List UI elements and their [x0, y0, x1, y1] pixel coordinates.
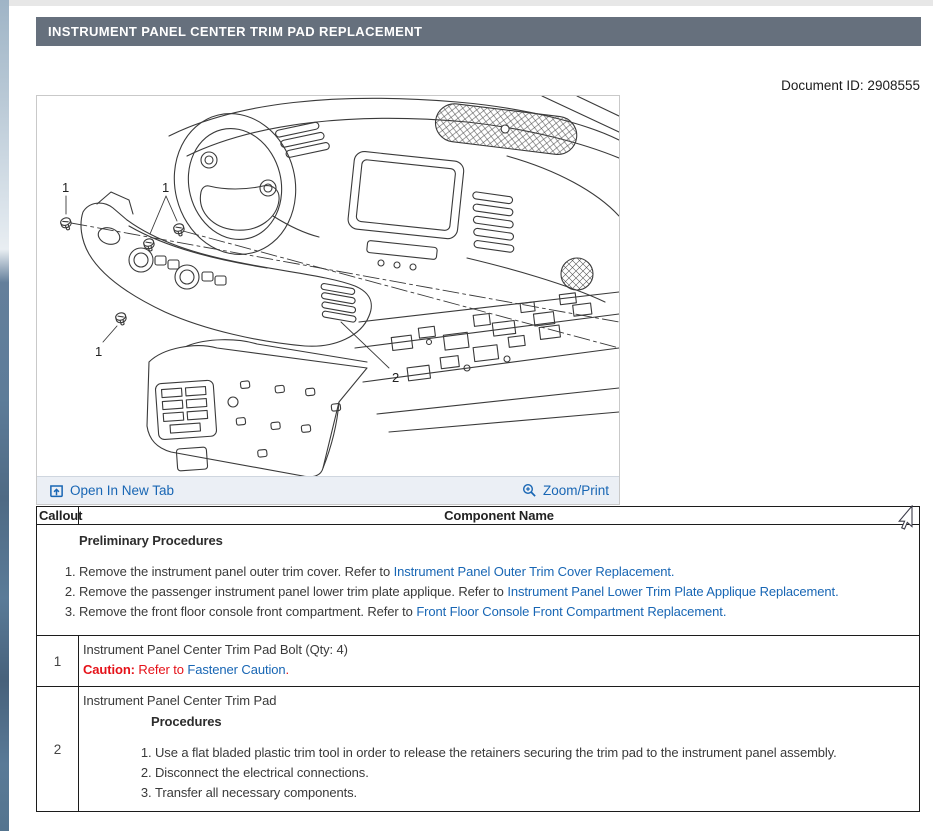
procedure-step: Transfer all necessary components. [155, 783, 911, 803]
figure-diagram: 1 1 1 2 [37, 96, 619, 476]
preliminary-step: Remove the instrument panel outer trim c… [79, 562, 849, 582]
preliminary-steps-list: Remove the instrument panel outer trim c… [41, 562, 849, 622]
reference-link-fastener-caution[interactable]: Fastener Caution [187, 662, 285, 677]
component-name-column-header: Component Name [79, 507, 920, 525]
reference-link-lower-trim-plate[interactable]: Instrument Panel Lower Trim Plate Appliq… [507, 584, 835, 599]
component-name: Instrument Panel Center Trim Pad [83, 691, 911, 711]
procedure-step: Disconnect the electrical connections. [155, 763, 911, 783]
component-table: Callout Component Name Preliminary Proce… [36, 506, 920, 812]
page-title-text: INSTRUMENT PANEL CENTER TRIM PAD REPLACE… [48, 24, 422, 39]
mouse-cursor [896, 505, 913, 531]
zoom-plus-icon [522, 483, 537, 498]
caution-text: Refer to [135, 662, 187, 677]
open-in-new-tab-label: Open In New Tab [70, 483, 174, 498]
table-header-row: Callout Component Name [37, 507, 920, 525]
callout-column-header: Callout [37, 507, 79, 525]
callout-number: 2 [37, 687, 79, 812]
reference-link-front-compartment[interactable]: Front Floor Console Front Compartment Re… [416, 604, 723, 619]
open-in-new-tab-icon [49, 483, 64, 498]
caution-period: . [286, 662, 290, 677]
zoom-print-label: Zoom/Print [543, 483, 609, 498]
figure-callout-1c: 1 [95, 344, 102, 359]
window-edge-strip [0, 0, 9, 831]
top-edge-strip [9, 0, 933, 6]
zoom-print-link[interactable]: Zoom/Print [522, 483, 609, 498]
step-period: . [671, 564, 675, 579]
step-text: Remove the front floor console front com… [79, 604, 416, 619]
reference-link-outer-trim-cover[interactable]: Instrument Panel Outer Trim Cover Replac… [394, 564, 671, 579]
document-id: Document ID: 2908555 [781, 78, 920, 93]
preliminary-step: Remove the front floor console front com… [79, 602, 849, 622]
procedures-steps-list: Use a flat bladed plastic trim tool in o… [83, 743, 911, 803]
preliminary-procedures-row: Preliminary Procedures Remove the instru… [37, 525, 920, 636]
figure-image[interactable]: 1 1 1 2 [37, 96, 619, 476]
page: INSTRUMENT PANEL CENTER TRIM PAD REPLACE… [0, 0, 933, 831]
table-row-callout-2: 2 Instrument Panel Center Trim Pad Proce… [37, 687, 920, 812]
page-title: INSTRUMENT PANEL CENTER TRIM PAD REPLACE… [36, 17, 921, 46]
callout-number: 1 [37, 636, 79, 687]
step-text: Remove the passenger instrument panel lo… [79, 584, 507, 599]
table-row-callout-1: 1 Instrument Panel Center Trim Pad Bolt … [37, 636, 920, 687]
component-name: Instrument Panel Center Trim Pad Bolt (Q… [83, 640, 911, 660]
figure-viewer: 1 1 1 2 Open In New Tab Zoom/Pr [36, 95, 620, 505]
figure-callout-2: 2 [392, 370, 399, 385]
procedure-step: Use a flat bladed plastic trim tool in o… [155, 743, 911, 763]
step-period: . [835, 584, 839, 599]
figure-callout-1a: 1 [62, 180, 69, 195]
figure-toolbar: Open In New Tab Zoom/Print [37, 476, 619, 504]
preliminary-step: Remove the passenger instrument panel lo… [79, 582, 849, 602]
caution-note: Caution: Refer to Fastener Caution. [83, 660, 911, 680]
caution-label: Caution: [83, 662, 135, 677]
step-period: . [723, 604, 727, 619]
open-in-new-tab-link[interactable]: Open In New Tab [49, 483, 174, 498]
preliminary-procedures-title: Preliminary Procedures [79, 532, 849, 550]
figure-callout-1b: 1 [162, 180, 169, 195]
procedures-title: Procedures [151, 712, 911, 732]
step-text: Remove the instrument panel outer trim c… [79, 564, 394, 579]
